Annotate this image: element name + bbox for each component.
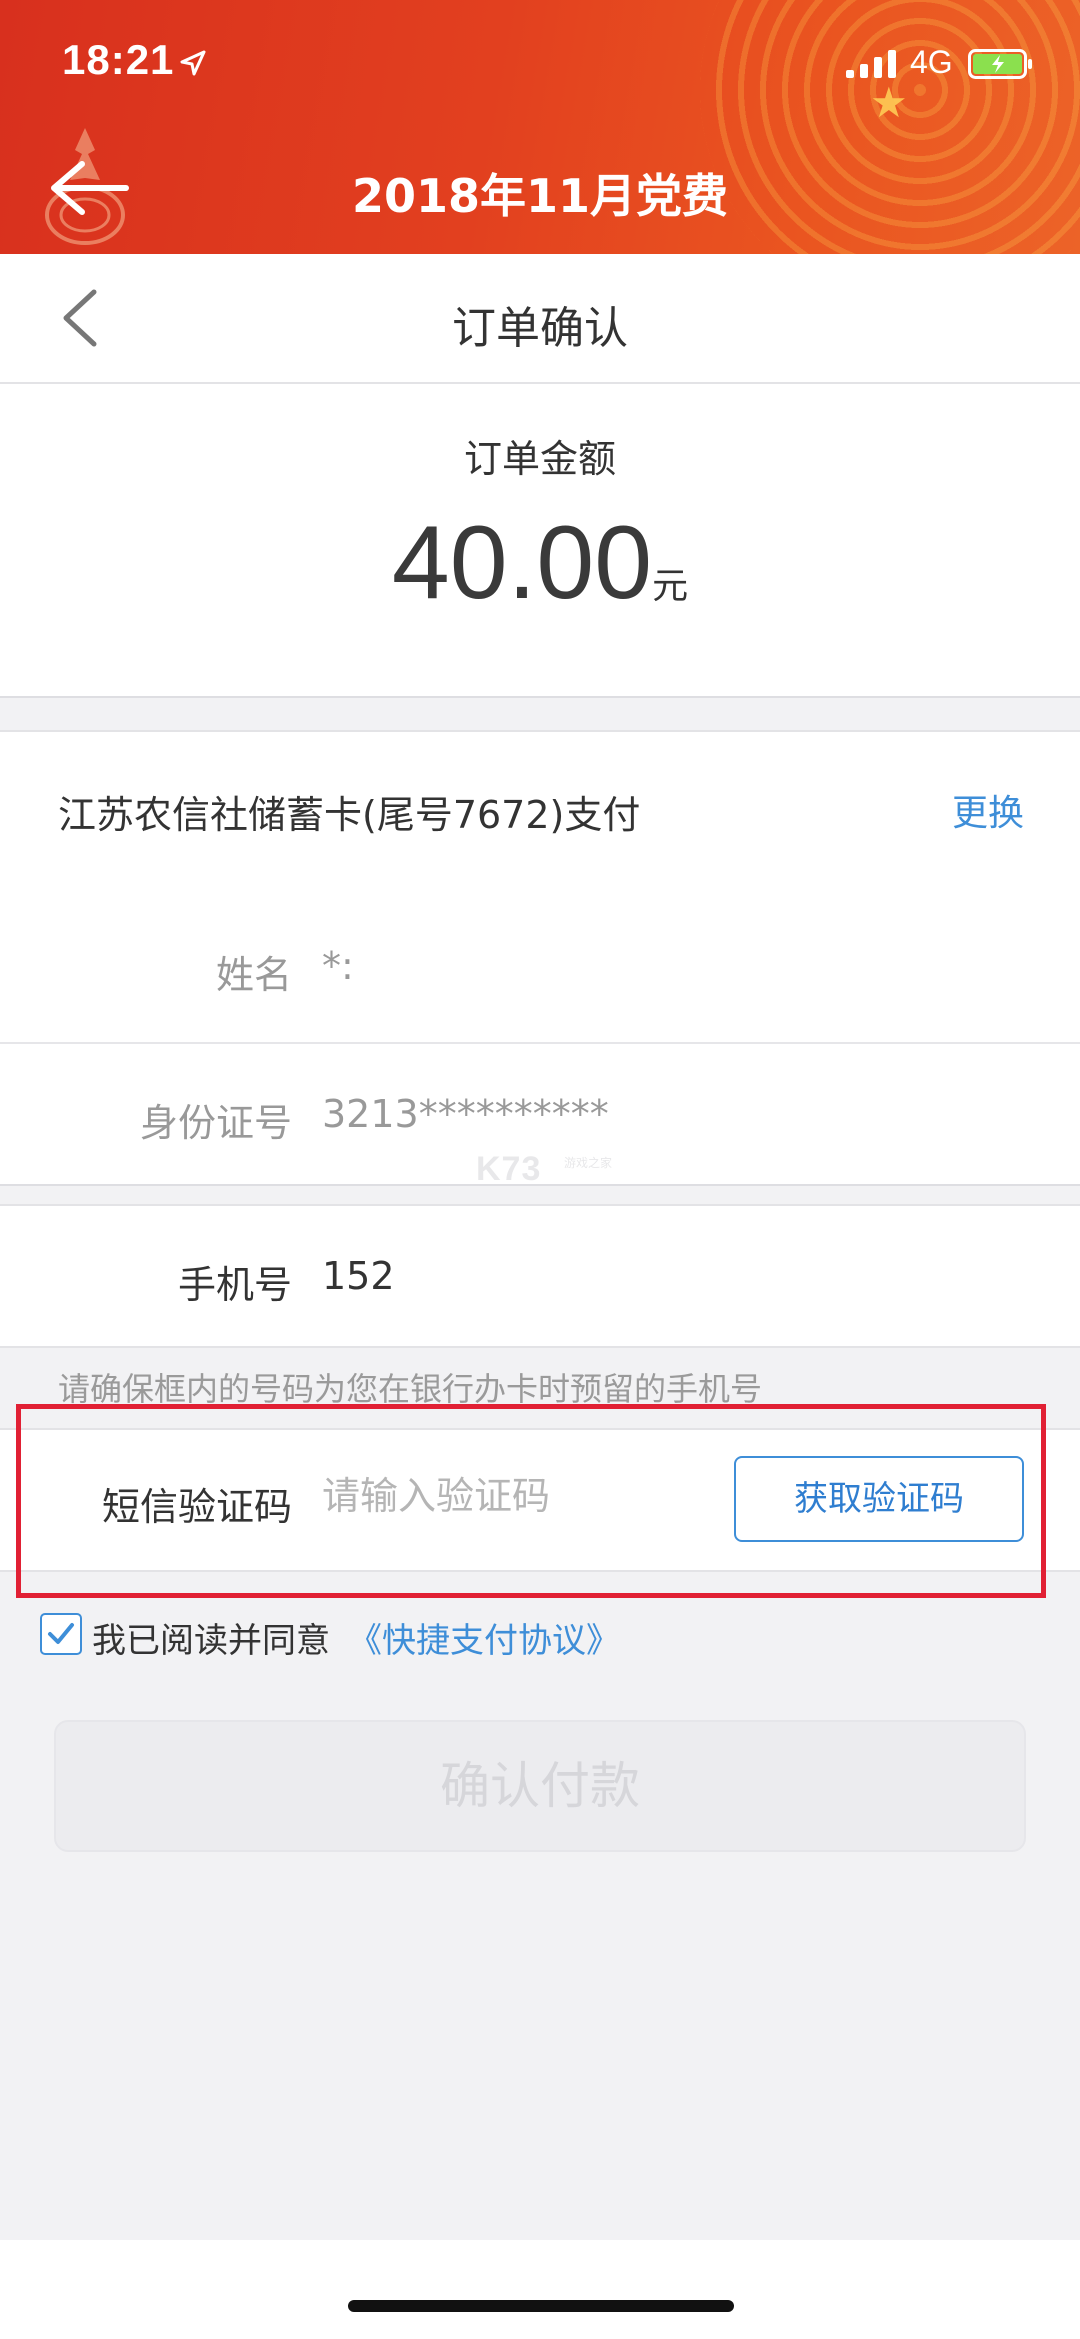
payment-card-row: 江苏农信社储蓄卡(尾号7672)支付 更换 <box>0 730 1080 890</box>
phone-label: 手机号 <box>177 1263 292 1307</box>
star-icon: ★ <box>870 78 908 127</box>
battery-icon <box>968 49 1032 79</box>
order-amount-value: 40.00 <box>391 505 653 621</box>
payment-card-text: 江苏农信社储蓄卡(尾号7672)支付 <box>58 793 641 837</box>
order-amount-card: 订单金额 40.00元 <box>0 384 1080 698</box>
id-number-value: 3213********** <box>322 1092 609 1136</box>
change-card-link[interactable]: 更换 <box>952 784 1024 836</box>
order-amount-label: 订单金额 <box>463 437 616 481</box>
agreement-checkbox[interactable] <box>40 1613 82 1655</box>
highlight-box <box>16 1404 1046 1598</box>
checkmark-icon <box>48 1623 74 1644</box>
watermark-main: K73 <box>476 1150 542 1188</box>
app-header: ★ 18:21 4G 2018年11月党费 <box>0 0 1080 254</box>
signal-icon <box>846 50 896 78</box>
id-number-label: 身份证号 <box>139 1101 292 1145</box>
network-type: 4G <box>910 44 953 80</box>
name-value: *: <box>322 944 354 988</box>
agreement-text: 我已阅读并同意 <box>92 1621 330 1661</box>
nav-bar: 订单确认 <box>0 254 1080 384</box>
header-title: 2018年11月党费 <box>351 169 729 223</box>
name-row: 姓名 *: <box>0 888 1080 1044</box>
watermark-sub: 游戏之家 <box>564 1156 613 1170</box>
order-amount-unit: 元 <box>652 566 689 607</box>
status-time: 18:21 <box>62 36 175 83</box>
home-indicator[interactable] <box>348 2300 734 2312</box>
bottom-area <box>0 2240 1080 2339</box>
confirm-payment-button[interactable]: 确认付款 <box>54 1720 1026 1852</box>
name-label: 姓名 <box>215 953 292 997</box>
agreement-link[interactable]: 《快捷支付协议》 <box>348 1613 620 1662</box>
watermark: K73 游戏之家 <box>476 1150 612 1189</box>
order-amount: 40.00元 <box>0 504 1080 623</box>
phone-row: 手机号 152 <box>0 1204 1080 1348</box>
location-arrow-icon <box>180 50 206 76</box>
phone-value: 152 <box>322 1254 395 1298</box>
page-title: 订单确认 <box>452 303 628 354</box>
